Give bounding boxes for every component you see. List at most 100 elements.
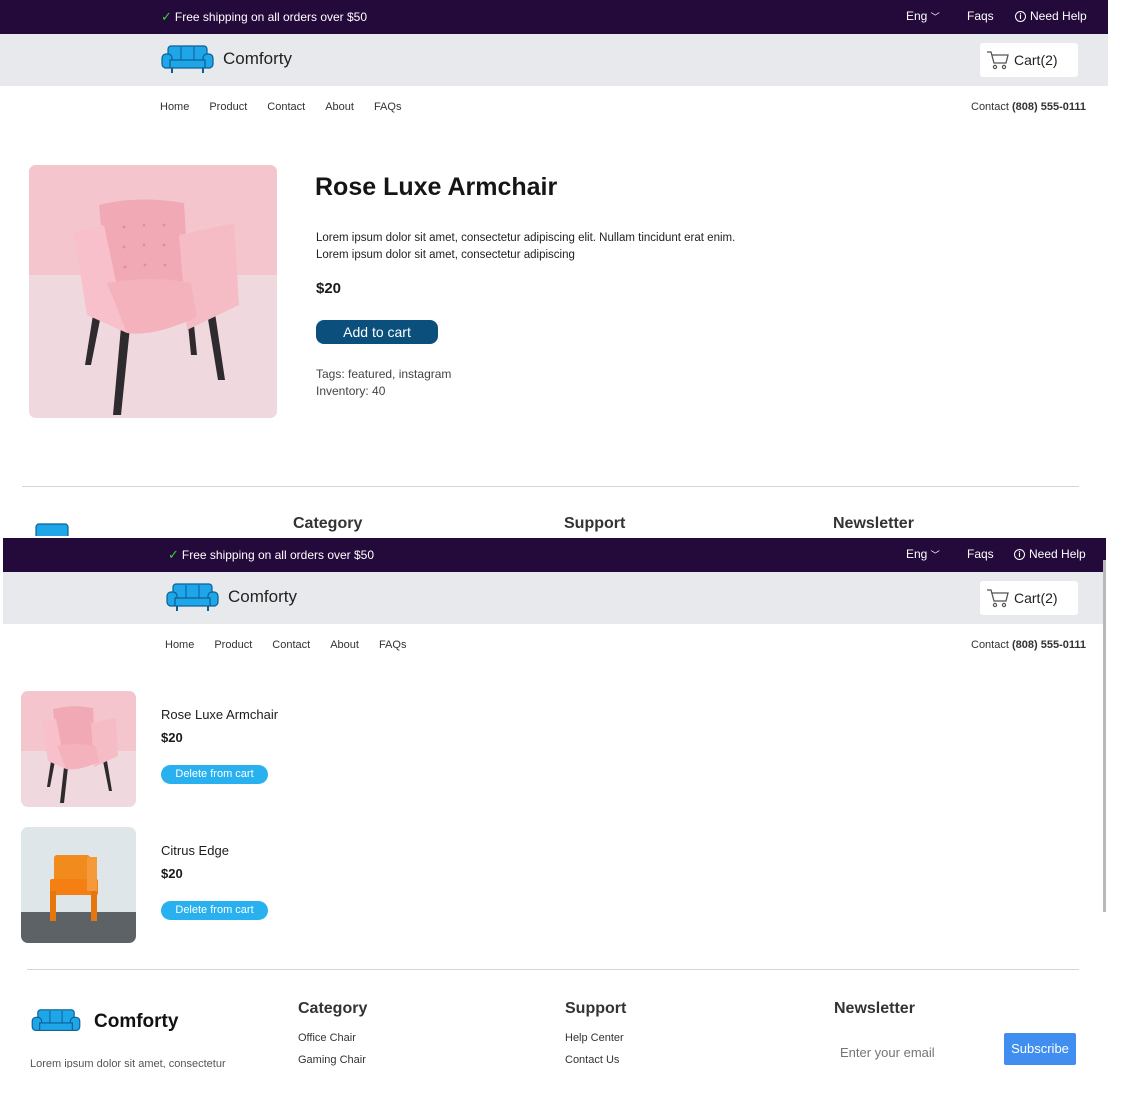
product-tags: Tags: featured, instagram <box>316 367 452 381</box>
footer-category-heading-peek: Category <box>293 515 363 532</box>
subscribe-button[interactable]: Subscribe <box>1004 1033 1076 1065</box>
site-header: Comforty Cart(2) <box>0 34 1108 86</box>
shipping-text: Free shipping on all orders over $50 <box>174 10 368 24</box>
footer-category-heading: Category <box>298 1000 368 1017</box>
footer-support-heading: Support <box>565 1000 627 1017</box>
nav-about[interactable]: About <box>330 639 359 651</box>
logo-text: Comforty <box>228 587 297 606</box>
faqs-link[interactable]: Faqs <box>967 547 994 561</box>
sofa-logo-icon <box>35 523 69 536</box>
shipping-notice: ✓ Free shipping on all orders over $50 <box>168 547 374 563</box>
delete-from-cart-button[interactable]: Delete from cart <box>161 765 268 784</box>
nav-faqs[interactable]: FAQs <box>379 639 407 651</box>
nav-product[interactable]: Product <box>209 101 247 113</box>
add-to-cart-button[interactable]: Add to cart <box>316 320 438 344</box>
footer-link-gaming-chair[interactable]: Gaming Chair <box>298 1054 367 1066</box>
product-price: $20 <box>316 280 342 297</box>
product-meta: Tags: featured, instagram Inventory: 40 <box>316 366 451 400</box>
site-footer: Comforty Lorem ipsum dolor sit amet, con… <box>3 970 1106 1068</box>
check-icon: ✓ <box>161 9 172 24</box>
language-label: Eng <box>906 547 928 561</box>
language-selector[interactable]: Eng ﹀ <box>906 9 940 23</box>
nav-product[interactable]: Product <box>214 639 252 651</box>
sofa-logo-icon <box>161 45 214 73</box>
announcement-bar: ✓ Free shipping on all orders over $50 E… <box>0 0 1108 34</box>
nav-home[interactable]: Home <box>165 639 194 651</box>
footer-logo-text: Comforty <box>94 1011 179 1032</box>
product-title: Rose Luxe Armchair <box>315 173 558 201</box>
logo[interactable]: Comforty <box>160 44 292 74</box>
logo-text: Comforty <box>223 49 292 68</box>
need-help-label: Need Help <box>1030 9 1087 23</box>
nav-faqs[interactable]: FAQs <box>374 101 402 113</box>
nav-home[interactable]: Home <box>160 101 189 113</box>
site-header: Comforty Cart(2) <box>3 572 1106 624</box>
contact-label: Contact <box>971 101 1009 113</box>
cart-button[interactable]: Cart(2) <box>980 43 1078 77</box>
product-page-panel: ✓ Free shipping on all orders over $50 E… <box>0 0 1108 536</box>
cart-page-panel: ✓ Free shipping on all orders over $50 E… <box>3 538 1106 1068</box>
main-nav: Home Product Contact About FAQs Contact … <box>0 86 1108 126</box>
cart-item-price: $20 <box>161 730 183 745</box>
footer-category: Category Office Chair Gaming Chair <box>298 1000 367 1068</box>
footer-newsletter-heading: Newsletter <box>834 1000 915 1017</box>
description-line-1: Lorem ipsum dolor sit amet, consectetur … <box>316 232 736 244</box>
nav-contact[interactable]: Contact <box>272 639 310 651</box>
cart-item: Rose Luxe Armchair $20 Delete from cart <box>21 691 621 807</box>
info-icon: i <box>1015 10 1026 22</box>
cart-item-image <box>21 827 136 943</box>
footer-newsletter-heading-peek: Newsletter <box>833 515 914 532</box>
footer-support: Support Help Center Contact Us <box>565 1000 626 1068</box>
nav-about[interactable]: About <box>325 101 354 113</box>
sofa-logo-icon <box>31 1009 81 1031</box>
product-image <box>29 165 277 418</box>
footer-support-heading-peek: Support <box>564 515 626 532</box>
language-selector[interactable]: Eng ﹀ <box>906 547 940 561</box>
nav-contact[interactable]: Contact <box>267 101 305 113</box>
cart-icon <box>987 589 1009 608</box>
language-label: Eng <box>906 9 928 23</box>
divider <box>22 486 1079 487</box>
need-help-link[interactable]: i Need Help <box>1015 9 1087 23</box>
footer-description: Lorem ipsum dolor sit amet, consectetur <box>30 1058 226 1068</box>
chevron-down-icon: ﹀ <box>930 550 940 560</box>
cart-item-price: $20 <box>161 866 183 881</box>
logo[interactable]: Comforty <box>165 582 297 612</box>
info-icon: i <box>1014 548 1025 560</box>
footer-logo[interactable]: Comforty <box>30 1008 178 1036</box>
main-nav: Home Product Contact About FAQs Contact … <box>3 624 1106 664</box>
cart-item-image <box>21 691 136 807</box>
pink-armchair-image <box>29 165 277 418</box>
footer-newsletter: Newsletter <box>834 1000 915 1032</box>
product-inventory: Inventory: 40 <box>316 384 386 398</box>
cart-item-name: Rose Luxe Armchair <box>161 707 279 722</box>
pink-armchair-thumbnail <box>21 691 136 807</box>
announcement-bar: ✓ Free shipping on all orders over $50 E… <box>3 538 1106 572</box>
contact-phone: Contact (808) 555-0111 <box>971 101 1086 113</box>
footer-link-office-chair[interactable]: Office Chair <box>298 1032 367 1044</box>
contact-phone: Contact (808) 555-0111 <box>971 639 1086 651</box>
newsletter-email-input[interactable] <box>834 1037 994 1067</box>
need-help-label: Need Help <box>1029 547 1086 561</box>
sofa-logo-icon <box>166 583 219 611</box>
description-line-2: Lorem ipsum dolor sit amet, consectetur … <box>316 249 575 261</box>
faqs-link[interactable]: Faqs <box>967 9 994 23</box>
footer-link-contact-us[interactable]: Contact Us <box>565 1054 626 1066</box>
cart-item: Citrus Edge $20 Delete from cart <box>21 827 621 943</box>
cart-button[interactable]: Cart(2) <box>980 581 1078 615</box>
need-help-link[interactable]: i Need Help <box>1014 547 1086 561</box>
footer-logo-peek <box>30 522 74 536</box>
phone-number: (808) 555-0111 <box>1011 101 1086 113</box>
check-icon: ✓ <box>168 547 179 562</box>
cart-label: Cart(2) <box>1014 52 1058 68</box>
cart-label: Cart(2) <box>1014 590 1058 606</box>
shipping-text: Free shipping on all orders over $50 <box>181 548 375 562</box>
delete-from-cart-button[interactable]: Delete from cart <box>161 901 268 920</box>
footer-link-help-center[interactable]: Help Center <box>565 1032 626 1044</box>
phone-number: (808) 555-0111 <box>1011 639 1086 651</box>
scrollbar[interactable] <box>1103 560 1106 912</box>
cart-item-name: Citrus Edge <box>161 843 229 858</box>
orange-chair-thumbnail <box>21 827 136 943</box>
cart-icon <box>987 51 1009 70</box>
shipping-notice: ✓ Free shipping on all orders over $50 <box>161 9 367 25</box>
